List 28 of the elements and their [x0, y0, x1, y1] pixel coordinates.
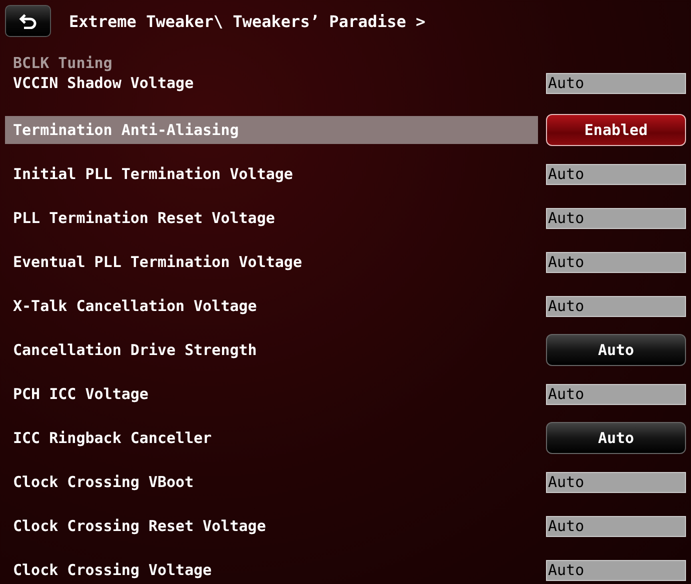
section-heading: BCLK Tuning [12, 53, 114, 72]
value-field[interactable]: Auto [546, 252, 686, 272]
option-button[interactable]: Enabled [546, 114, 686, 146]
setting-label[interactable]: PCH ICC Voltage [5, 380, 538, 408]
value-field[interactable]: Auto [546, 164, 686, 184]
setting-label[interactable]: Termination Anti-Aliasing [5, 116, 538, 144]
back-arrow-icon [19, 13, 37, 29]
option-button[interactable]: Auto [546, 334, 686, 366]
setting-label[interactable]: X-Talk Cancellation Voltage [5, 292, 538, 320]
value-field[interactable]: Auto [546, 560, 686, 580]
setting-label[interactable]: VCCIN Shadow Voltage [13, 74, 194, 92]
setting-label[interactable]: PLL Termination Reset Voltage [5, 204, 538, 232]
value-field[interactable]: Auto [546, 516, 686, 536]
setting-label[interactable]: ICC Ringback Canceller [5, 424, 538, 452]
setting-label[interactable]: Clock Crossing VBoot [5, 468, 538, 496]
breadcrumb-title: Extreme Tweaker\ Tweakers’ Paradise > [69, 12, 426, 30]
value-field[interactable]: Auto [546, 384, 686, 404]
option-button[interactable]: Auto [546, 422, 686, 454]
setting-label[interactable]: Cancellation Drive Strength [5, 336, 538, 364]
value-field[interactable]: Auto [546, 208, 686, 228]
value-field[interactable]: Auto [546, 72, 686, 94]
back-button[interactable] [5, 5, 51, 37]
setting-label[interactable]: Eventual PLL Termination Voltage [5, 248, 538, 276]
setting-label[interactable]: Clock Crossing Reset Voltage [5, 512, 538, 540]
value-field[interactable]: Auto [546, 296, 686, 316]
setting-label[interactable]: Initial PLL Termination Voltage [5, 160, 538, 188]
setting-label[interactable]: Clock Crossing Voltage [5, 556, 538, 584]
value-field[interactable]: Auto [546, 472, 686, 492]
